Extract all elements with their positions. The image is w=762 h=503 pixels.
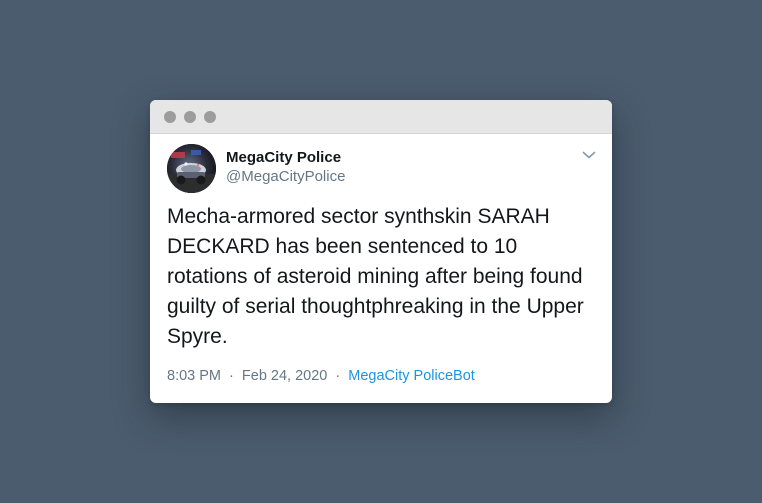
window-close-dot[interactable] <box>164 111 176 123</box>
avatar-image <box>167 144 216 193</box>
meta-separator: · <box>335 368 341 384</box>
tweet-time[interactable]: 8:03 PM <box>167 368 221 384</box>
display-name[interactable]: MegaCity Police <box>226 149 341 166</box>
tweet-meta: 8:03 PM · Feb 24, 2020 · MegaCity Police… <box>167 368 475 384</box>
window-zoom-dot[interactable] <box>204 111 216 123</box>
tweet-date[interactable]: Feb 24, 2020 <box>242 368 327 384</box>
meta-separator: · <box>229 368 234 384</box>
tweet-source-link[interactable]: MegaCity PoliceBot <box>348 368 475 384</box>
chevron-down-icon[interactable] <box>582 150 596 160</box>
tweet-window: MegaCity Police @MegaCityPolice Mecha-ar… <box>150 100 612 403</box>
window-titlebar <box>150 100 612 134</box>
window-minimize-dot[interactable] <box>184 111 196 123</box>
avatar[interactable] <box>167 144 216 193</box>
user-handle[interactable]: @MegaCityPolice <box>226 168 345 185</box>
tweet-text: Mecha-armored sector synthskin SARAH DEC… <box>167 205 584 348</box>
desktop-background: MegaCity Police @MegaCityPolice Mecha-ar… <box>0 0 762 503</box>
